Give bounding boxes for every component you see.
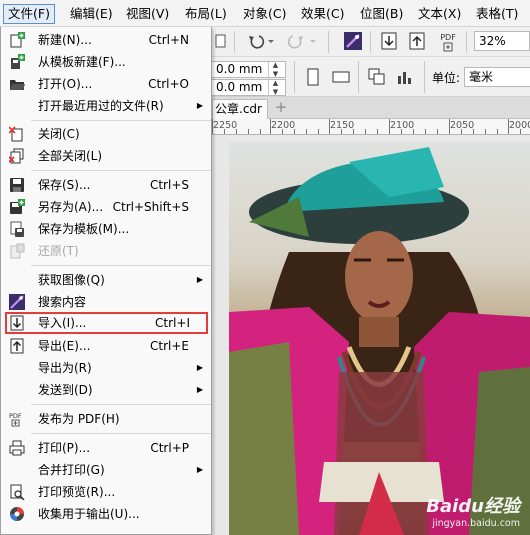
menu-text[interactable]: 文本(X) [414,4,465,24]
menu-item-open[interactable]: 打开(O)... Ctrl+O [1,73,211,95]
units-dropdown[interactable]: 毫米 [464,67,530,87]
horizontal-ruler[interactable]: 2250 2200 2150 2100 2050 2000 [212,119,530,135]
export-icon[interactable] [406,30,428,52]
height-spinner[interactable]: ▲ ▼ [268,78,282,96]
submenu-arrow-icon: ▶ [196,465,203,474]
watermark-url: jingyan.baidu.com [432,518,520,529]
width-spinner[interactable]: ▲ ▼ [268,60,282,78]
menu-item-save[interactable]: 保存(S)... Ctrl+S [1,174,211,196]
menu-item-save-as[interactable]: 另存为(A)... Ctrl+Shift+S [1,196,211,218]
menu-item-search-content[interactable]: 搜索内容 [1,291,211,313]
menu-item-new-from-template[interactable]: 从模板新建(F)... [1,51,211,73]
submenu-arrow-icon: ▶ [196,275,203,284]
pdf-icon [443,42,453,51]
search-content-icon[interactable] [342,30,364,52]
menu-bar: 文件(F) 编辑(E) 视图(V) 布局(L) 对象(C) 效果(C) 位图(B… [0,0,530,27]
ruler-tick: 2200 [271,120,296,131]
menu-item-export[interactable]: 导出(E)... Ctrl+E [1,335,211,357]
menu-item-close-all[interactable]: 全部关闭(L) [1,145,211,167]
photo-illustration [229,147,530,535]
document-tab-bar: 公章.cdr + [212,97,530,119]
file-menu-dropdown: 新建(N)... Ctrl+N 从模板新建(F)... 打开(O)... Ctr… [0,27,212,535]
menu-item-send-to[interactable]: 发送到(D) ▶ [1,379,211,401]
menu-item-print[interactable]: 打印(P)... Ctrl+P [1,437,211,459]
submenu-arrow-icon: ▶ [196,385,203,394]
save-as-template-icon [9,221,25,237]
portrait-orientation-icon[interactable] [302,66,324,88]
menu-item-publish-pdf[interactable]: PDF 发布为 PDF(H) [1,408,211,430]
menu-item-collect-for-output[interactable]: 收集用于输出(U)... [1,503,211,525]
pdf-label: PDF [440,32,456,42]
ruler-tick: 2150 [330,120,355,131]
save-as-icon [9,199,25,215]
redo-button[interactable] [284,30,320,52]
submenu-arrow-icon: ▶ [196,363,203,372]
menu-item-print-preview[interactable]: 打印预览(R)... [1,481,211,503]
ruler-tick: 2100 [390,120,415,131]
menu-view[interactable]: 视图(V) [122,4,173,24]
menu-item-acquire-image[interactable]: 获取图像(Q) ▶ [1,269,211,291]
svg-text:PDF: PDF [9,412,22,420]
menu-effects[interactable]: 效果(C) [297,4,348,24]
landscape-orientation-icon[interactable] [330,66,352,88]
ruler-tick: 2050 [450,120,475,131]
menu-layout[interactable]: 布局(L) [181,4,231,24]
menu-object[interactable]: 对象(C) [239,4,290,24]
search-content-icon [9,294,25,310]
print-preview-icon [9,484,25,501]
units-label: 单位: [432,71,461,85]
menu-item-new[interactable]: 新建(N)... Ctrl+N [1,29,211,51]
undo-button[interactable] [242,30,278,52]
standard-toolbar: PDF 32% [212,27,530,57]
baidu-watermark: Baidu经验 jingyan.baidu.com [426,492,520,529]
import-icon [9,315,25,331]
new-document-icon [9,32,25,48]
menu-item-close[interactable]: 关闭(C) [1,123,211,145]
print-icon [9,440,25,456]
menu-table[interactable]: 表格(T) [472,4,522,24]
drawing-canvas[interactable]: Baidu经验 jingyan.baidu.com [212,135,530,535]
open-folder-icon [9,76,25,92]
document-tab[interactable]: 公章.cdr [212,99,268,119]
close-document-icon [8,126,25,142]
menu-edit[interactable]: 编辑(E) [66,4,117,24]
menu-item-export-as[interactable]: 导出为(R) ▶ [1,357,211,379]
menu-item-save-as-template[interactable]: 保存为模板(M)... [1,218,211,240]
menu-bitmaps[interactable]: 位图(B) [356,4,407,24]
save-icon [9,177,25,193]
all-pages-icon[interactable] [366,66,388,88]
fashion-photo[interactable]: Baidu经验 jingyan.baidu.com [229,142,530,535]
close-all-icon [8,148,25,164]
export-icon [9,338,25,354]
menu-item-revert[interactable]: 还原(T) [1,240,211,262]
copy-icon[interactable] [214,30,228,52]
publish-pdf-button[interactable]: PDF [436,29,460,55]
menu-item-print-merge[interactable]: 合并打印(G) ▶ [1,459,211,481]
collect-for-output-icon [9,506,25,522]
new-from-template-icon [9,54,25,70]
property-bar: 0.0 mm ▲ ▼ 0.0 mm ▲ ▼ 单位: 毫米 [212,57,530,97]
zoom-level-combo[interactable]: 32% [474,31,530,51]
submenu-arrow-icon: ▶ [196,101,203,110]
revert-icon [9,243,25,259]
watermark-brand: Baidu经验 [426,496,520,517]
ruler-tick: 2250 [213,120,238,131]
current-page-icon[interactable] [394,66,416,88]
menu-item-open-recent[interactable]: 打开最近用过的文件(R) ▶ [1,95,211,117]
menu-item-import[interactable]: 导入(I)... Ctrl+I [5,312,208,334]
menu-file[interactable]: 文件(F) [3,4,55,24]
add-tab-button[interactable]: + [272,99,290,117]
import-icon[interactable] [378,30,400,52]
publish-pdf-icon: PDF [9,411,25,427]
